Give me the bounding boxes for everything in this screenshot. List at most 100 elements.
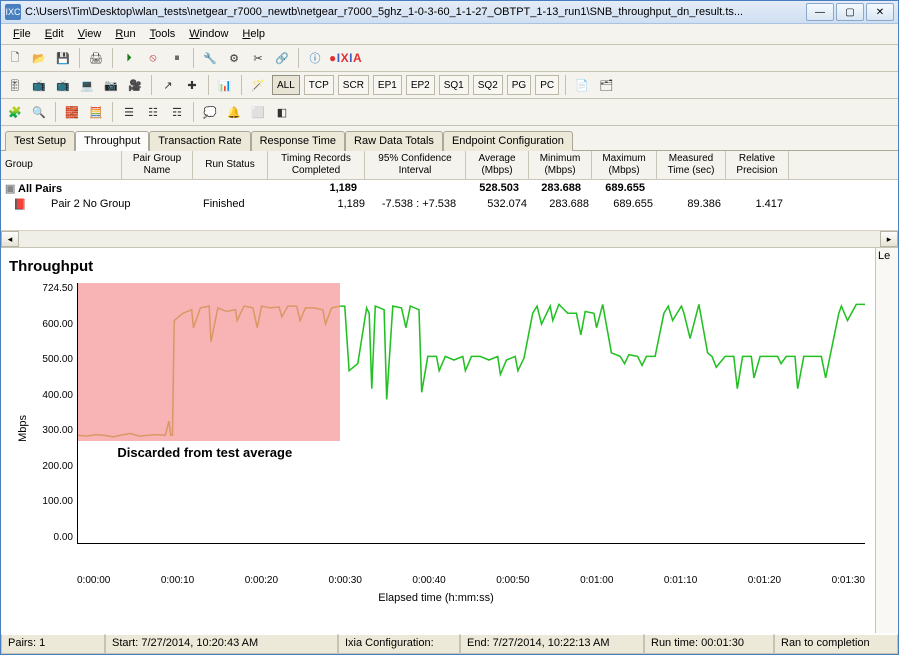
tab-endpoint-config[interactable]: Endpoint Configuration bbox=[443, 131, 573, 151]
col-avg[interactable]: Average (Mbps) bbox=[466, 151, 529, 179]
toolbar-main: 🗋 📂 💾 🖨 ⏵ ⦸ ⏸ 🔧 ⚙ ✂ 🔗 ⓘ ●IXIA bbox=[1, 45, 898, 72]
result-tabs: Test Setup Throughput Transaction Rate R… bbox=[1, 126, 898, 151]
filter-tcp[interactable]: TCP bbox=[304, 75, 334, 95]
ex1-icon[interactable]: 🧩 bbox=[5, 102, 25, 122]
x-ticks: 0:00:000:00:100:00:200:00:300:00:400:00:… bbox=[77, 575, 865, 586]
tab-raw-data-totals[interactable]: Raw Data Totals bbox=[345, 131, 443, 151]
separator bbox=[151, 75, 152, 95]
menu-edit[interactable]: Edit bbox=[39, 26, 70, 42]
filter-scr[interactable]: SCR bbox=[338, 75, 369, 95]
col-group[interactable]: Group bbox=[1, 151, 122, 179]
ex6-icon[interactable]: ☷ bbox=[143, 102, 163, 122]
col-timing[interactable]: Timing Records Completed bbox=[268, 151, 365, 179]
menu-tools[interactable]: Tools bbox=[144, 26, 182, 42]
plus-icon[interactable]: ✚ bbox=[182, 75, 202, 95]
filterend-icon[interactable]: 📄 bbox=[572, 75, 592, 95]
close-button[interactable]: ✕ bbox=[866, 3, 894, 21]
col-pairgroup[interactable]: Pair Group Name bbox=[122, 151, 193, 179]
new-icon[interactable]: 🗋 bbox=[5, 48, 25, 68]
ex4-icon[interactable]: 🧮 bbox=[86, 102, 106, 122]
stop-icon[interactable]: ⦸ bbox=[143, 48, 163, 68]
discard-annotation: Discarded from test average bbox=[117, 445, 297, 460]
separator bbox=[55, 102, 56, 122]
separator bbox=[298, 48, 299, 68]
status-end: End: 7/27/2014, 10:22:13 AM bbox=[460, 634, 644, 654]
grid-row-allpairs[interactable]: ▣ All Pairs 1,189 528.503 283.688 689.65… bbox=[1, 180, 898, 196]
ex5-icon[interactable]: ☰ bbox=[119, 102, 139, 122]
filter-all[interactable]: ALL bbox=[272, 75, 300, 95]
legend-panel[interactable]: Le bbox=[875, 248, 898, 633]
filter-ep2[interactable]: EP2 bbox=[406, 75, 435, 95]
pair-icon: 📕 bbox=[13, 199, 27, 211]
separator bbox=[112, 102, 113, 122]
separator bbox=[565, 75, 566, 95]
menu-window[interactable]: Window bbox=[183, 26, 234, 42]
col-rel[interactable]: Relative Precision bbox=[726, 151, 789, 179]
grid-row-pair2[interactable]: 📕 Pair 2 No Group Finished 1,189 -7.538 … bbox=[1, 196, 898, 212]
filter-pg[interactable]: PG bbox=[507, 75, 531, 95]
tool-icon[interactable]: 🔧 bbox=[200, 48, 220, 68]
status-rantocompletion: Ran to completion bbox=[774, 634, 898, 654]
ex9-icon[interactable]: 🔔 bbox=[224, 102, 244, 122]
cell-group: All Pairs bbox=[18, 183, 62, 195]
print-icon[interactable]: 🖨 bbox=[86, 48, 106, 68]
filter5-icon[interactable]: 📷 bbox=[101, 75, 121, 95]
tab-test-setup[interactable]: Test Setup bbox=[5, 131, 75, 151]
filter4-icon[interactable]: 💻 bbox=[77, 75, 97, 95]
chart-icon[interactable]: 📊 bbox=[215, 75, 235, 95]
filter-pc[interactable]: PC bbox=[535, 75, 559, 95]
col-max[interactable]: Maximum (Mbps) bbox=[592, 151, 657, 179]
tab-throughput[interactable]: Throughput bbox=[75, 131, 149, 151]
menu-view[interactable]: View bbox=[72, 26, 108, 42]
filter-ep1[interactable]: EP1 bbox=[373, 75, 402, 95]
menubar: File Edit View Run Tools Window Help bbox=[1, 24, 898, 45]
open-icon[interactable]: 📂 bbox=[29, 48, 49, 68]
filterend2-icon[interactable]: 🗂 bbox=[596, 75, 616, 95]
maximize-button[interactable]: ▢ bbox=[836, 3, 864, 21]
ex10-icon[interactable]: ⬜ bbox=[248, 102, 268, 122]
menu-run[interactable]: Run bbox=[109, 26, 141, 42]
scroll-right-icon[interactable]: ▸ bbox=[880, 231, 898, 247]
tool4-icon[interactable]: 🔗 bbox=[272, 48, 292, 68]
filter3-icon[interactable]: 📺 bbox=[53, 75, 73, 95]
plot: Discarded from test average bbox=[77, 283, 865, 544]
ex3-icon[interactable]: 🧱 bbox=[62, 102, 82, 122]
tool3-icon[interactable]: ✂ bbox=[248, 48, 268, 68]
ex8-icon[interactable]: 💭 bbox=[200, 102, 220, 122]
filter2-icon[interactable]: 📺 bbox=[29, 75, 49, 95]
tool2-icon[interactable]: ⚙ bbox=[224, 48, 244, 68]
chart-title: Throughput bbox=[7, 254, 865, 283]
save-icon[interactable]: 💾 bbox=[53, 48, 73, 68]
grid-header: Group Pair Group Name Run Status Timing … bbox=[1, 151, 898, 180]
ixia-logo: ●IXIA bbox=[329, 51, 362, 65]
run-icon[interactable]: ⏵ bbox=[119, 48, 139, 68]
filter6-icon[interactable]: 🎥 bbox=[125, 75, 145, 95]
grid-hscroll[interactable]: ◂ ▸ bbox=[1, 230, 898, 247]
col-conf[interactable]: 95% Confidence Interval bbox=[365, 151, 466, 179]
scroll-left-icon[interactable]: ◂ bbox=[1, 231, 19, 247]
x-axis-label: Elapsed time (h:mm:ss) bbox=[7, 592, 865, 604]
col-meas[interactable]: Measured Time (sec) bbox=[657, 151, 726, 179]
separator bbox=[241, 75, 242, 95]
pause-icon[interactable]: ⏸ bbox=[167, 48, 187, 68]
status-pairs: Pairs: 1 bbox=[1, 634, 105, 654]
ex11-icon[interactable]: ◧ bbox=[272, 102, 292, 122]
filter-sq2[interactable]: SQ2 bbox=[473, 75, 503, 95]
ex2-icon[interactable]: 🔍 bbox=[29, 102, 49, 122]
wand-icon[interactable]: 🪄 bbox=[248, 75, 268, 95]
tab-response-time[interactable]: Response Time bbox=[251, 131, 345, 151]
menu-help[interactable]: Help bbox=[236, 26, 271, 42]
ex7-icon[interactable]: ☶ bbox=[167, 102, 187, 122]
filter-icon[interactable]: 🎚 bbox=[5, 75, 25, 95]
y-axis-label: Mbps bbox=[13, 415, 29, 442]
minimize-button[interactable]: — bbox=[806, 3, 834, 21]
info-icon[interactable]: ⓘ bbox=[305, 48, 325, 68]
tab-transaction-rate[interactable]: Transaction Rate bbox=[149, 131, 250, 151]
col-runstatus[interactable]: Run Status bbox=[193, 151, 268, 179]
titlebar: IXC C:\Users\Tim\Desktop\wlan_tests\netg… bbox=[1, 1, 898, 24]
filter-sq1[interactable]: SQ1 bbox=[439, 75, 469, 95]
arrow-icon[interactable]: ↗ bbox=[158, 75, 178, 95]
status-runtime: Run time: 00:01:30 bbox=[644, 634, 774, 654]
menu-file[interactable]: File bbox=[7, 26, 37, 42]
col-min[interactable]: Minimum (Mbps) bbox=[529, 151, 592, 179]
